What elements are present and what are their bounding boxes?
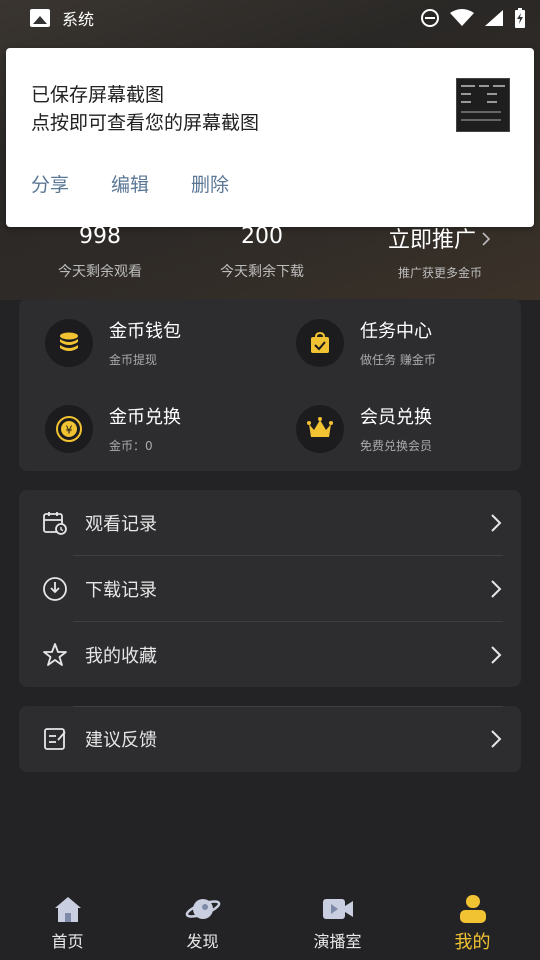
coin-wallet-title: 金币钱包 [109, 321, 181, 342]
watch-history-row[interactable]: 观看记录 [19, 490, 521, 556]
coin-exchange-title: 金币兑换 [109, 407, 181, 428]
image-icon [30, 9, 50, 27]
stat-watch-value: 998 [79, 224, 121, 249]
notification-actions: 分享 编辑 删除 [31, 170, 229, 197]
vip-exchange-sub: 免费兑换会员 [360, 439, 433, 453]
video-icon [322, 899, 353, 919]
coin-exchange-sub: 金币：0 [109, 439, 153, 453]
signal-icon [485, 10, 503, 26]
edit-button[interactable]: 编辑 [111, 170, 149, 197]
feedback-card: 建议反馈 [19, 706, 521, 772]
status-app-name: 系统 [62, 10, 95, 29]
feedback-icon [44, 728, 66, 750]
coin-stack-icon [60, 332, 78, 351]
nav-mine[interactable]: 我的 [405, 880, 540, 960]
bottom-nav: 首页 发现 演播室 我的 [0, 880, 540, 960]
records-card: 观看记录 下载记录 我的收藏 [19, 490, 521, 687]
notification-message: 点按即可查看您的屏幕截图 [31, 112, 260, 134]
star-icon [43, 643, 67, 666]
vip-exchange-title: 会员兑换 [360, 407, 432, 428]
download-history-label: 下载记录 [85, 580, 157, 601]
home-icon [54, 897, 81, 922]
status-icons [420, 8, 526, 28]
watch-history-label: 观看记录 [85, 514, 157, 535]
crown-icon [307, 416, 333, 437]
nav-studio-label: 演播室 [313, 932, 362, 951]
share-button[interactable]: 分享 [31, 170, 69, 197]
svg-text:¥: ¥ [66, 423, 73, 436]
download-icon [43, 577, 67, 601]
task-bag-icon [311, 331, 329, 353]
yuan-exchange-icon: ¥ [56, 415, 82, 442]
chevron-right-icon [491, 580, 502, 598]
task-center-sub: 做任务 赚金币 [360, 353, 436, 367]
feedback-label: 建议反馈 [85, 730, 157, 751]
nav-mine-label: 我的 [454, 932, 491, 953]
download-history-row[interactable]: 下载记录 [19, 556, 521, 622]
notification-title: 已保存屏幕截图 [31, 84, 165, 106]
chevron-right-icon [491, 646, 502, 664]
coin-grid-card: 金币钱包 金币提现 任务中心 做任务 赚金币 ¥ 金币兑换 金币：0 会员兑换 … [19, 299, 521, 471]
calendar-clock-icon [43, 512, 67, 535]
favorites-row[interactable]: 我的收藏 [19, 622, 521, 688]
wifi-icon [450, 9, 474, 26]
chevron-right-icon [482, 232, 491, 246]
battery-icon [515, 8, 525, 28]
status-bar: 系统 [0, 0, 540, 36]
screenshot-notification[interactable]: 已保存屏幕截图 点按即可查看您的屏幕截图 分享 编辑 删除 [6, 48, 534, 227]
screenshot-thumbnail[interactable] [456, 78, 510, 132]
feedback-row[interactable]: 建议反馈 [19, 706, 521, 772]
favorites-label: 我的收藏 [85, 646, 157, 667]
promote-title: 立即推广 [387, 228, 476, 253]
coin-exchange-item[interactable]: ¥ 金币兑换 金币：0 [45, 403, 181, 454]
nav-home-label: 首页 [51, 932, 84, 951]
task-center-item[interactable]: 任务中心 做任务 赚金币 [296, 317, 436, 368]
promote-button[interactable]: 立即推广 推广获更多金币 [380, 222, 500, 281]
chevron-right-icon [491, 730, 502, 748]
stat-watch-label: 今天剩余观看 [58, 264, 142, 280]
user-icon [459, 895, 486, 923]
stat-download: 200 今天剩余下载 [202, 224, 322, 281]
stat-watch: 998 今天剩余观看 [40, 224, 160, 281]
coin-wallet-item[interactable]: 金币钱包 金币提现 [45, 317, 181, 368]
do-not-disturb-icon [421, 9, 439, 27]
nav-discover-label: 发现 [186, 932, 219, 951]
vip-exchange-item[interactable]: 会员兑换 免费兑换会员 [296, 403, 432, 454]
coin-wallet-sub: 金币提现 [109, 353, 158, 367]
promote-label: 推广获更多金币 [397, 266, 482, 280]
stat-download-label: 今天剩余下载 [220, 264, 304, 280]
stat-download-value: 200 [241, 224, 283, 249]
task-center-title: 任务中心 [360, 321, 432, 342]
nav-home[interactable]: 首页 [0, 880, 135, 960]
chevron-right-icon [491, 514, 502, 532]
nav-studio[interactable]: 演播室 [270, 880, 405, 960]
planet-icon [185, 899, 220, 919]
nav-discover[interactable]: 发现 [135, 880, 270, 960]
delete-button[interactable]: 删除 [191, 170, 229, 197]
